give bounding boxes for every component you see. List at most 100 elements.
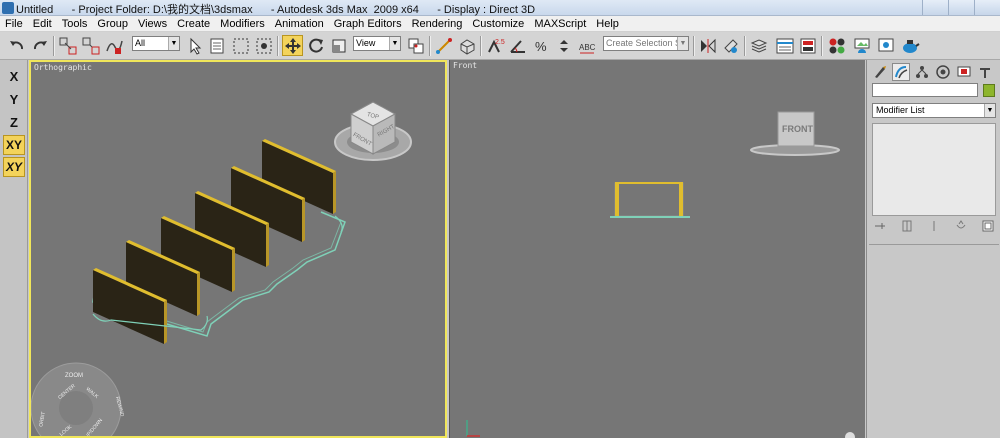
menu-group[interactable]: Group	[92, 18, 133, 30]
maximize-button[interactable]	[948, 0, 974, 15]
modifier-list-label: Modifier List	[876, 105, 925, 115]
chevron-down-icon: ▼	[677, 37, 688, 50]
constrain-y-button[interactable]: Y	[3, 89, 25, 109]
modifier-list-dropdown[interactable]: Modifier List ▼	[872, 103, 996, 118]
menu-tools[interactable]: Tools	[57, 18, 93, 30]
main-toolbar: All ▼ View ▼ 2.5 % ABC Create Selection …	[0, 32, 1000, 60]
menu-maxscript[interactable]: MAXScript	[529, 18, 591, 30]
reference-coordinate-value: View	[356, 38, 376, 48]
menu-bar: File Edit Tools Group Views Create Modif…	[0, 16, 1000, 32]
menu-animation[interactable]: Animation	[270, 18, 329, 30]
modifier-stack-controls	[872, 219, 996, 235]
redo-icon[interactable]	[29, 35, 50, 56]
remove-modifier-icon[interactable]	[953, 219, 969, 233]
constrain-xy-button[interactable]: XY	[3, 135, 25, 155]
menu-views[interactable]: Views	[133, 18, 172, 30]
front-object	[610, 182, 690, 218]
hierarchy-tab-icon[interactable]	[913, 63, 931, 81]
front-scene: FRONT	[466, 111, 855, 438]
named-selection-sets-dropdown[interactable]: Create Selection Set ▼	[603, 36, 689, 51]
configure-modifier-sets-icon[interactable]	[980, 219, 996, 233]
render-production-icon[interactable]	[899, 35, 920, 56]
selection-filter-dropdown[interactable]: All ▼	[132, 36, 180, 51]
angle-snap-toggle-icon[interactable]	[507, 35, 528, 56]
wheel-zoom-label: ZOOM	[65, 373, 83, 379]
constrain-xy-plane-button[interactable]: XY	[3, 157, 25, 177]
chevron-down-icon: ▼	[984, 104, 995, 117]
modify-tab-icon[interactable]	[892, 63, 910, 81]
menu-file[interactable]: File	[0, 18, 28, 30]
keyboard-shortcut-override-icon[interactable]	[456, 35, 477, 56]
mirror-icon[interactable]	[697, 35, 718, 56]
spinner-snap-toggle-icon[interactable]	[553, 35, 574, 56]
chevron-down-icon: ▼	[168, 37, 179, 50]
viewport-navigation-icon	[845, 432, 855, 438]
unlink-selection-icon[interactable]	[80, 35, 101, 56]
menu-edit[interactable]: Edit	[28, 18, 57, 30]
constrain-x-button[interactable]: X	[3, 66, 25, 86]
viewcube-icon: TOP FRONT RIGHT	[334, 101, 412, 161]
select-object-icon[interactable]	[184, 35, 205, 56]
select-manipulate-icon[interactable]	[433, 35, 454, 56]
material-editor-icon[interactable]	[826, 35, 847, 56]
minimize-button[interactable]	[922, 0, 948, 15]
axis-constraints-toolbar: X Y Z XY XY	[0, 60, 28, 438]
menu-customize[interactable]: Customize	[467, 18, 529, 30]
orthographic-scene: TOP FRONT RIGHT ZOOM CENTER WALK REWIND …	[31, 101, 412, 436]
rectangular-selection-icon[interactable]	[230, 35, 251, 56]
schematic-view-icon[interactable]	[797, 35, 818, 56]
percent-label: %	[535, 39, 547, 54]
align-icon[interactable]	[720, 35, 741, 56]
modifier-stack[interactable]	[872, 123, 996, 216]
object-color-swatch[interactable]	[983, 84, 995, 97]
motion-tab-icon[interactable]	[934, 63, 952, 81]
select-by-name-icon[interactable]	[207, 35, 228, 56]
object-name-field[interactable]	[872, 83, 978, 97]
show-end-result-icon[interactable]	[899, 219, 915, 233]
menu-rendering[interactable]: Rendering	[407, 18, 468, 30]
pivot-center-icon[interactable]	[405, 35, 426, 56]
menu-modifiers[interactable]: Modifiers	[215, 18, 270, 30]
window-controls	[922, 0, 1000, 15]
viewport-front[interactable]: Front FRONT	[449, 60, 865, 438]
edit-named-selection-icon[interactable]: ABC	[576, 35, 597, 56]
parameters-rollout	[869, 244, 999, 434]
layer-manager-icon[interactable]	[748, 35, 769, 56]
app-icon	[2, 2, 14, 14]
undo-icon[interactable]	[6, 35, 27, 56]
display-tab-icon[interactable]	[955, 63, 973, 81]
snaps-toggle-icon[interactable]: 2.5	[484, 35, 505, 56]
snap-label: 2.5	[495, 39, 505, 46]
menu-graph-editors[interactable]: Graph Editors	[329, 18, 407, 30]
chevron-down-icon: ▼	[389, 37, 400, 50]
selection-filter-value: All	[135, 38, 146, 48]
menu-create[interactable]: Create	[172, 18, 215, 30]
percent-snap-toggle-icon[interactable]: %	[530, 35, 551, 56]
curve-editor-icon[interactable]	[774, 35, 795, 56]
viewcube-front-label: FRONT	[782, 124, 813, 134]
select-and-rotate-icon[interactable]	[305, 35, 326, 56]
constrain-z-button[interactable]: Z	[3, 112, 25, 132]
svg-text:ABC: ABC	[579, 43, 596, 52]
rendered-frame-window-icon[interactable]	[875, 35, 896, 56]
steering-wheel-icon: ZOOM CENTER WALK REWIND ORBIT LOOK UP/DO…	[31, 362, 125, 436]
pin-stack-icon[interactable]	[872, 219, 888, 233]
window-crossing-icon[interactable]	[253, 35, 274, 56]
create-tab-icon[interactable]	[871, 63, 889, 81]
window-title: Untitled - Project Folder: D:\我的文档\3dsma…	[16, 4, 536, 16]
reference-coordinate-dropdown[interactable]: View ▼	[353, 36, 401, 51]
command-panel: Modifier List ▼	[866, 60, 1000, 438]
bind-to-space-warp-icon[interactable]	[103, 35, 124, 56]
render-setup-icon[interactable]	[851, 35, 872, 56]
title-bar: Untitled - Project Folder: D:\我的文档\3dsma…	[0, 0, 1000, 16]
select-and-link-icon[interactable]	[57, 35, 78, 56]
viewport-orthographic[interactable]: Orthographic TOP FRONT RIGHT ZOOM CENTER…	[29, 60, 447, 438]
select-and-move-icon[interactable]	[282, 35, 303, 56]
menu-help[interactable]: Help	[591, 18, 624, 30]
make-unique-icon[interactable]	[926, 219, 942, 233]
viewcube-icon: FRONT	[750, 111, 840, 156]
select-and-scale-icon[interactable]	[328, 35, 349, 56]
close-button[interactable]	[974, 0, 1000, 15]
utilities-tab-icon[interactable]	[976, 63, 994, 81]
world-axis-icon	[466, 420, 480, 437]
